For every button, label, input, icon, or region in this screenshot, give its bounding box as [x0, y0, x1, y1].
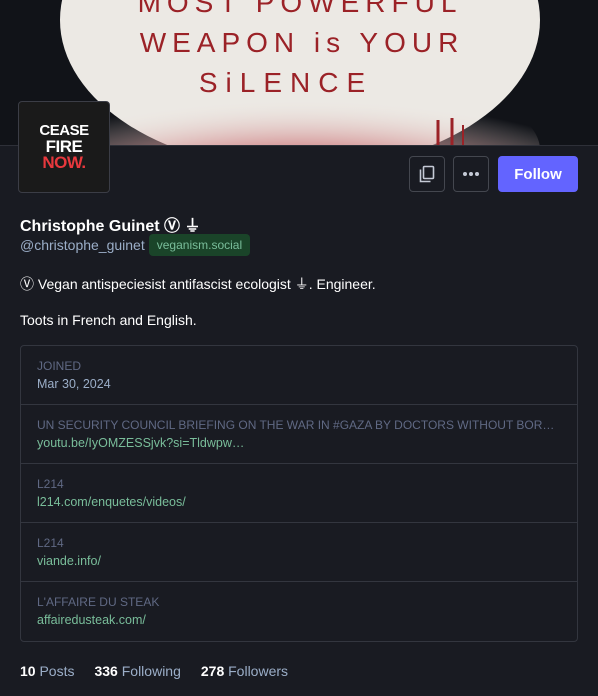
field-label: UN SECURITY COUNCIL BRIEFING ON THE WAR …	[37, 418, 561, 432]
profile-field: UN SECURITY COUNCIL BRIEFING ON THE WAR …	[21, 405, 577, 464]
profile-field-joined: JOINED Mar 30, 2024	[21, 346, 577, 405]
followers-label: Followers	[228, 663, 289, 679]
follow-button[interactable]: Follow	[498, 156, 578, 192]
profile-fields-table: JOINED Mar 30, 2024 UN SECURITY COUNCIL …	[20, 345, 578, 642]
posts-label: Posts	[39, 663, 75, 679]
profile-field: L214 viande.info/	[21, 523, 577, 582]
field-link[interactable]: youtu.be/IyOMZESSjvk?si=Tldwpw…	[37, 436, 561, 450]
banner-text-line3: SiLENCE	[199, 67, 373, 98]
handle-row: @christophe_guinet veganism.social	[20, 234, 251, 256]
following-count: 336	[94, 663, 118, 679]
banner-text-line2: WEAPON is YOUR	[140, 27, 465, 58]
account-handle: @christophe_guinet	[20, 237, 145, 253]
more-options-button[interactable]	[453, 156, 489, 192]
banner-text-line1: MOST POWERFUL	[138, 0, 463, 18]
posts-count: 10	[20, 663, 36, 679]
avatar[interactable]: CEASE FIRE NOW.	[18, 101, 110, 193]
following-label: Following	[121, 663, 181, 679]
domain-badge: veganism.social	[148, 234, 251, 256]
field-label: L214	[37, 536, 64, 550]
field-link[interactable]: viande.info/	[37, 554, 561, 568]
field-link[interactable]: affairedusteak.com/	[37, 613, 561, 627]
posts-count-link[interactable]: 10 Posts	[20, 663, 74, 679]
following-count-link[interactable]: 336 Following	[94, 663, 180, 679]
account-stats: 10 Posts 336 Following 278 Followers	[20, 663, 288, 679]
followers-count: 278	[200, 663, 225, 679]
display-name: Christophe Guinet Ⓥ ⏚	[20, 218, 201, 235]
copy-link-button[interactable]	[409, 156, 445, 192]
field-link[interactable]: l214.com/enquetes/videos/	[37, 495, 561, 509]
bio-line: Ⓥ Vegan antispeciesist antifascist ecolo…	[20, 276, 376, 292]
field-label: L'AFFAIRE DU STEAK	[37, 595, 160, 609]
profile-field: L'AFFAIRE DU STEAK affairedusteak.com/	[21, 582, 577, 641]
field-value: Mar 30, 2024	[37, 377, 111, 391]
field-label: L214	[37, 477, 64, 491]
followers-count-link[interactable]: 278 Followers	[201, 663, 288, 679]
more-horizontal-icon	[463, 172, 479, 176]
profile-field: L214 l214.com/enquetes/videos/	[21, 464, 577, 523]
copy-icon	[419, 165, 435, 183]
bio-line: Toots in French and English.	[20, 312, 197, 328]
field-label: JOINED	[37, 359, 82, 373]
avatar-text-now: NOW.	[42, 153, 86, 172]
